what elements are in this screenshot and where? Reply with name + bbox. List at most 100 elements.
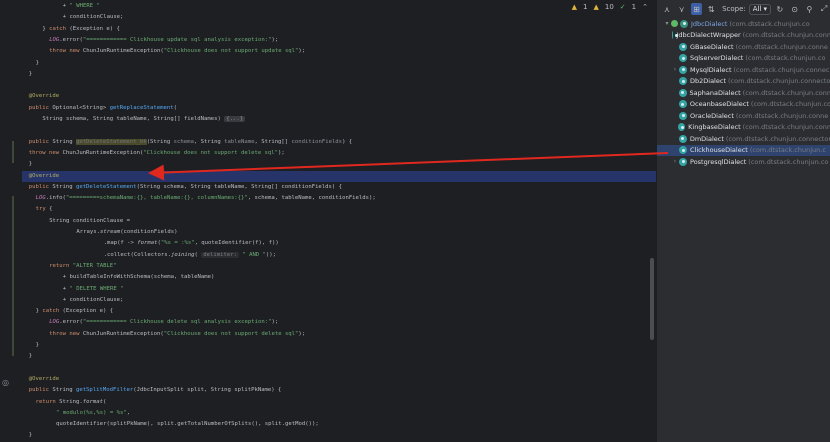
code-token: quoteIdentifier(splitPkName), split.getT… xyxy=(56,421,319,428)
code-token: "Clickhouse does not support delete sql" xyxy=(163,330,299,337)
tree-item[interactable]: SaphanaDialect (com.dtstack.chunjun.conn xyxy=(657,87,830,98)
code-token: ) { xyxy=(342,138,353,145)
code-token: ( xyxy=(173,104,178,111)
change-marker xyxy=(12,196,14,356)
code-line[interactable]: public String getDeleteStatement(String … xyxy=(22,182,656,193)
code-token: String xyxy=(52,183,76,190)
expand-all-icon[interactable]: ⤢ xyxy=(818,3,830,15)
code-line[interactable]: + conditionClause; xyxy=(22,12,656,23)
class-icon xyxy=(679,54,687,63)
tree-item[interactable]: KingbaseDialect (com.dtstack.chunjun.conn xyxy=(657,122,830,133)
override-gutter-icon[interactable]: ◎ xyxy=(2,378,9,387)
code-token: + buildTableInfoWithSchema(schema, table… xyxy=(62,274,215,281)
code-line[interactable]: @Override xyxy=(22,374,656,385)
tree-root-item[interactable]: ▾ JdbcDialect (com.dtstack.chunjun.co xyxy=(657,18,830,29)
class-icon xyxy=(679,42,687,51)
code-line[interactable]: .collect(Collectors.joining( delimiter: … xyxy=(22,250,656,261)
code-line[interactable]: throw new ChunJunRuntimeException("Click… xyxy=(22,148,656,159)
code-line[interactable]: + buildTableInfoWithSchema(schema, table… xyxy=(22,272,656,283)
code-line[interactable]: LOG.info("=========schemaName:{}, tableN… xyxy=(22,193,656,204)
code-token: String. xyxy=(59,398,83,405)
autoscroll-icon[interactable]: ⊙ xyxy=(789,3,801,15)
code-token: )); xyxy=(265,251,277,258)
code-line[interactable]: return "ALTER TABLE" xyxy=(22,261,656,272)
sort-icon[interactable]: ⇅ xyxy=(705,3,717,15)
code-line[interactable]: public String getSplitModFilter(JdbcInpu… xyxy=(22,385,656,396)
tree-item[interactable]: Db2Dialect (com.dtstack.chunjun.connecto xyxy=(657,76,830,87)
tree-item[interactable]: › MysqlDialect (com.dtstack.chunjun.connec xyxy=(657,64,830,75)
class-icon xyxy=(678,88,687,97)
code-line[interactable]: return String.format( xyxy=(22,397,656,408)
code-line[interactable]: String conditionClause = xyxy=(22,216,656,227)
tree-item[interactable]: SqlserverDialect (com.dtstack.chunjun.co xyxy=(657,53,830,64)
tree-item[interactable]: ClickhouseDialect (com.dtstack.chunjun.c xyxy=(657,144,830,156)
refresh-icon[interactable]: ↻ xyxy=(774,3,786,15)
code-line[interactable]: public String getDeleteStatement_bk(Stri… xyxy=(22,137,656,148)
code-line[interactable]: } xyxy=(22,430,656,441)
supertypes-icon[interactable]: ⋏ xyxy=(661,3,673,15)
code-token: , xyxy=(126,409,131,416)
code-line[interactable] xyxy=(22,363,656,374)
code-line[interactable] xyxy=(22,125,656,136)
editor-scrollbar[interactable] xyxy=(650,258,654,340)
class-hierarchy-icon[interactable]: ⊞ xyxy=(690,3,703,15)
code-token: stream xyxy=(99,229,121,235)
code-line[interactable]: } catch (Exception e) { xyxy=(22,24,656,35)
code-token: , String[] xyxy=(254,138,292,145)
subtypes-icon[interactable]: ⋎ xyxy=(676,3,688,15)
code-line[interactable]: } xyxy=(22,69,656,80)
chevron-right-icon[interactable]: › xyxy=(671,158,679,165)
code-line[interactable]: Arrays.stream(conditionFields) xyxy=(22,227,656,238)
interface-icon xyxy=(680,19,688,28)
tree-item-name: DmDialect xyxy=(689,134,724,143)
editor-gutter: ◎ xyxy=(0,0,22,442)
code-line[interactable]: + conditionClause; xyxy=(22,295,656,306)
code-line[interactable]: LOG.error("============ Clickhouse updat… xyxy=(22,35,656,46)
chevron-down-icon[interactable]: ▾ xyxy=(663,20,671,27)
code-token: .error( xyxy=(59,36,83,43)
tree-item[interactable]: › PostgresqlDialect (com.dtstack.chunjun.c… xyxy=(657,156,830,167)
chevron-down-icon: ▾ xyxy=(763,5,767,13)
pin-icon[interactable]: ⚲ xyxy=(803,3,815,15)
tree-item[interactable]: OracleDialect (com.dtstack.chunjun.conne xyxy=(657,110,830,121)
scope-label: Scope: xyxy=(722,5,746,13)
code-line[interactable]: throw new ChunJunRuntimeException("Click… xyxy=(22,329,656,340)
tree-item-package: (com.dtstack.chunjun.connector xyxy=(725,134,830,143)
code-line[interactable] xyxy=(22,80,656,91)
code-line[interactable]: public Optional<String> getReplaceStatem… xyxy=(22,103,656,114)
tree-item[interactable]: JdbcDialectWrapper (com.dtstack.chunjun.c… xyxy=(657,30,830,41)
code-line[interactable]: " modulo(%s,%s) = %s", xyxy=(22,408,656,419)
code-token: throw new xyxy=(28,149,63,156)
code-token: } xyxy=(35,59,39,66)
code-line[interactable]: } xyxy=(22,159,656,170)
code-editor[interactable]: ◎ ▲ 1 ▲ 10 ✓ 1 ⌃ + " WHERE " + conditionClau… xyxy=(0,0,656,442)
tree-item-name: KingbaseDialect xyxy=(688,123,741,132)
code-line[interactable]: try { xyxy=(22,204,656,215)
tree-item-package: (com.dtstack.chunjun.co xyxy=(729,19,810,28)
code-line[interactable]: throw new ChunJunRuntimeException("Click… xyxy=(22,46,656,57)
code-line[interactable]: } catch (Exception e) { xyxy=(22,306,656,317)
tree-item[interactable]: GBaseDialect (com.dtstack.chunjun.conne xyxy=(657,41,830,52)
code-token: public xyxy=(28,183,53,190)
code-line[interactable]: LOG.error("============ Clickhouse delet… xyxy=(22,317,656,328)
code-token: tableName xyxy=(224,138,255,145)
code-line[interactable]: quoteIdentifier(splitPkName), split.getT… xyxy=(22,419,656,430)
code-line[interactable]: + " WHERE " xyxy=(22,1,656,12)
code-line[interactable]: @Override xyxy=(22,91,656,102)
code-line[interactable]: } xyxy=(22,351,656,362)
code-line[interactable]: } xyxy=(22,340,656,351)
code-line[interactable]: @Override xyxy=(22,170,656,182)
code-line[interactable]: .map(f -> format("%s = :%s", quoteIdenti… xyxy=(22,238,656,249)
scope-dropdown[interactable]: All ▾ xyxy=(748,3,771,15)
code-token: , String xyxy=(193,138,225,145)
code-token: (conditionFields) xyxy=(120,229,178,235)
code-token: getDeleteStatement_bk xyxy=(75,138,147,145)
code-token: (JdbcInputSplit split, String splitPkNam… xyxy=(133,387,282,394)
code-line[interactable]: + " DELETE WHERE " xyxy=(22,284,656,295)
tree-item[interactable]: DmDialect (com.dtstack.chunjun.connector xyxy=(657,133,830,144)
code-line[interactable]: String schema, String tableName, String[… xyxy=(22,114,656,125)
change-marker xyxy=(12,141,14,163)
tree-item[interactable]: OceanbaseDialect (com.dtstack.chunjun.co xyxy=(657,99,830,110)
chevron-right-icon[interactable]: › xyxy=(671,66,679,73)
code-line[interactable]: } xyxy=(22,58,656,69)
